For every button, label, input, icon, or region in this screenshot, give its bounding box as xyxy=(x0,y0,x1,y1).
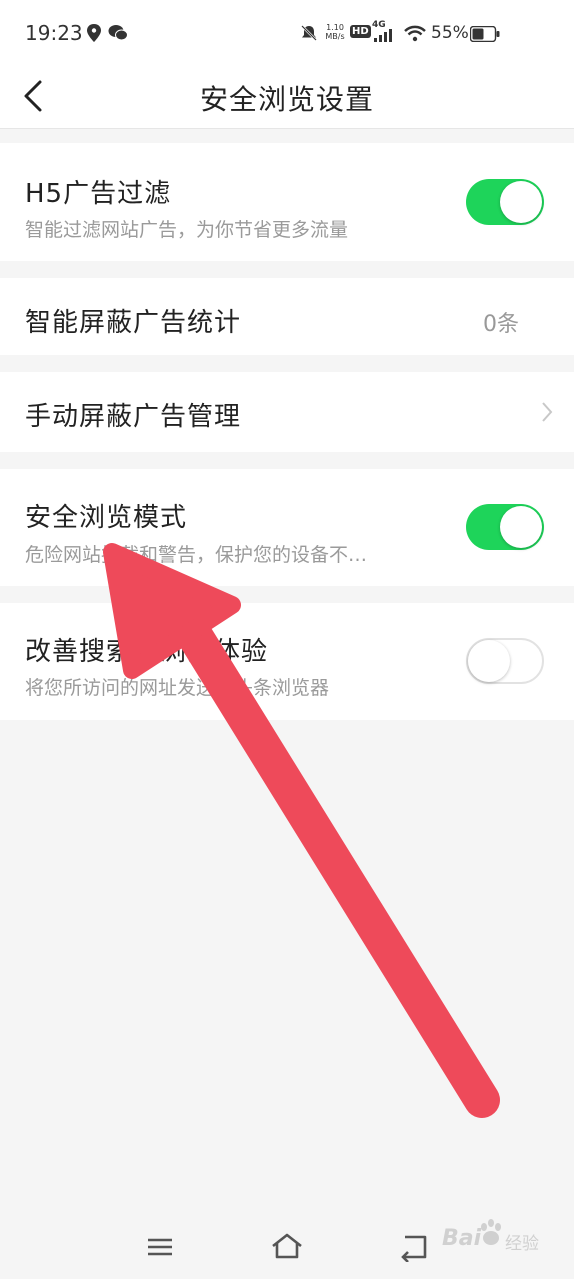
toggle-knob xyxy=(468,640,510,682)
battery-icon xyxy=(470,26,500,42)
setting-title: 安全浏览模式 xyxy=(25,503,188,533)
home-icon[interactable] xyxy=(270,1232,304,1262)
net-speed-value: 1.10 xyxy=(326,23,344,32)
setting-title: 手动屏蔽广告管理 xyxy=(25,402,242,432)
chevron-right-icon xyxy=(542,402,553,422)
setting-manual-ad-block[interactable]: 手动屏蔽广告管理 xyxy=(0,372,574,452)
back-nav-icon[interactable] xyxy=(397,1232,431,1262)
setting-title: 改善搜索和浏览体验 xyxy=(25,637,269,667)
safe-browsing-toggle[interactable] xyxy=(466,504,544,550)
wechat-icon xyxy=(108,25,128,41)
improve-experience-toggle[interactable] xyxy=(466,638,544,684)
status-time: 19:23 xyxy=(25,21,83,45)
paw-icon xyxy=(481,1219,501,1245)
setting-h5-ad-filter[interactable]: H5广告过滤 智能过滤网站广告，为你节省更多流量 xyxy=(0,143,574,261)
ad-block-count: 0条 xyxy=(483,312,519,337)
watermark-text-2: 经验 xyxy=(505,1234,539,1254)
menu-icon[interactable] xyxy=(143,1232,177,1262)
status-bar: 19:23 1.10 MB/s HD 4G 55% xyxy=(0,0,574,66)
h5-ad-filter-toggle[interactable] xyxy=(466,179,544,225)
hd-badge: HD xyxy=(350,25,371,38)
watermark-text: Bai xyxy=(442,1226,482,1251)
setting-subtitle: 危险网站拦截和警告，保护您的设备不… xyxy=(25,544,368,566)
setting-subtitle: 将您所访问的网址发送给头条浏览器 xyxy=(25,677,330,699)
setting-ad-block-stats[interactable]: 智能屏蔽广告统计 0条 xyxy=(0,278,574,355)
toggle-knob xyxy=(500,506,542,548)
net-speed-unit: MB/s xyxy=(325,32,345,41)
setting-title: H5广告过滤 xyxy=(25,179,172,209)
wifi-icon xyxy=(404,25,426,42)
toggle-knob xyxy=(500,181,542,223)
navigation-bar: 安全浏览设置 xyxy=(0,66,574,129)
setting-safe-browsing-mode[interactable]: 安全浏览模式 危险网站拦截和警告，保护您的设备不… xyxy=(0,469,574,586)
page-title: 安全浏览设置 xyxy=(199,83,374,116)
location-icon xyxy=(87,24,101,42)
mute-notification-icon xyxy=(301,25,317,41)
battery-percent: 55% xyxy=(431,23,469,43)
setting-title: 智能屏蔽广告统计 xyxy=(25,308,242,338)
setting-improve-experience[interactable]: 改善搜索和浏览体验 将您所访问的网址发送给头条浏览器 xyxy=(0,603,574,720)
setting-subtitle: 智能过滤网站广告，为你节省更多流量 xyxy=(25,219,349,241)
signal-icon xyxy=(374,29,392,42)
